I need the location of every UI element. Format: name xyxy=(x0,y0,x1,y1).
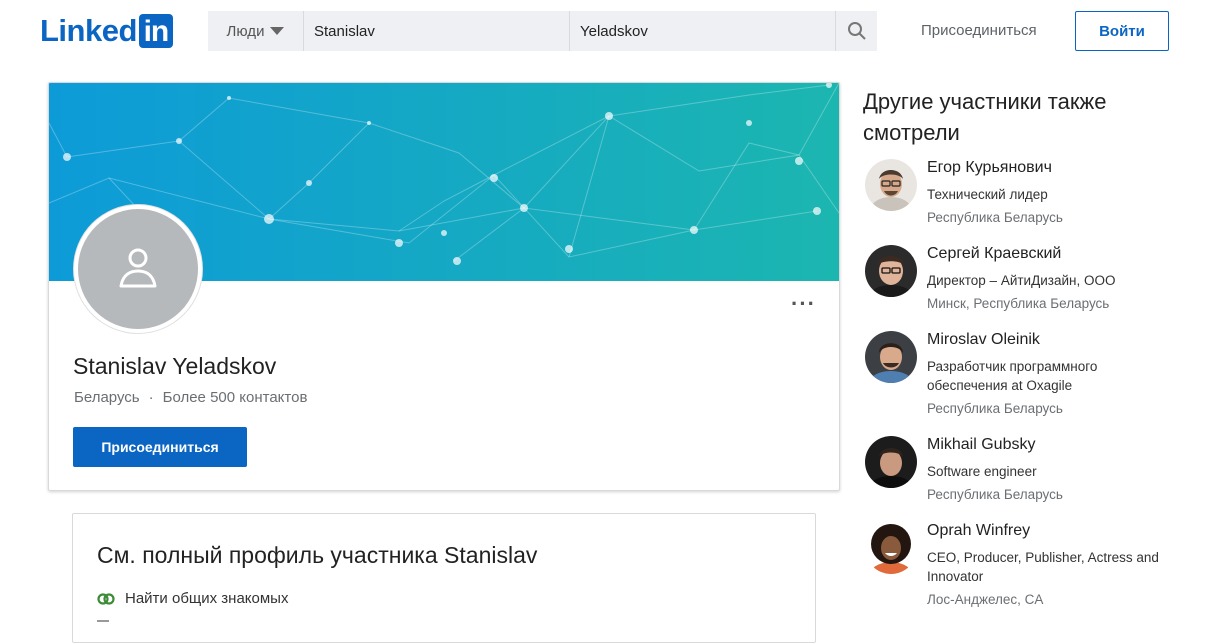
search-category-label: Люди xyxy=(226,22,265,40)
sidebar-member[interactable]: Oprah Winfrey CEO, Producer, Publisher, … xyxy=(863,522,1183,607)
member-name[interactable]: Mikhail Gubsky xyxy=(927,436,1035,454)
member-role: Software engineer xyxy=(927,464,1037,479)
member-name[interactable]: Егор Курьянович xyxy=(927,159,1052,177)
profile-name: Stanislav Yeladskov xyxy=(73,353,277,379)
more-options-icon[interactable]: ··· xyxy=(791,291,816,317)
member-location: Лос-Анджелес, CA xyxy=(927,592,1044,607)
profile-meta: Беларусь · Более 500 контактов xyxy=(74,389,307,406)
member-role: CEO, Producer, Publisher, Actress and In… xyxy=(927,550,1159,584)
sidebar-title: Другие участники также смотрели xyxy=(863,89,1107,145)
meta-separator: · xyxy=(148,389,154,406)
feature-label: Найти общих знакомых xyxy=(125,590,289,607)
feature-item: Найти общих знакомых xyxy=(97,590,288,607)
member-avatar[interactable] xyxy=(865,245,917,297)
profile-join-button[interactable]: Присоединиться xyxy=(73,427,247,467)
member-role: Разработчик программного обеспечения at … xyxy=(927,359,1098,393)
join-link[interactable]: Присоединиться xyxy=(921,22,1037,39)
last-name-input[interactable]: Yeladskov xyxy=(570,11,836,51)
member-name[interactable]: Oprah Winfrey xyxy=(927,522,1030,540)
member-location: Республика Беларусь xyxy=(927,401,1063,416)
last-name-value: Yeladskov xyxy=(580,22,648,40)
full-profile-title: См. полный профиль участника Stanislav xyxy=(97,542,538,568)
sidebar-member[interactable]: Mikhail Gubsky Software engineer Республ… xyxy=(863,436,1183,502)
people-search-bar: Люди Stanislav Yeladskov xyxy=(208,11,877,51)
profile-connections: Более 500 контактов xyxy=(162,389,308,406)
member-role: Технический лидер xyxy=(927,187,1048,202)
login-button[interactable]: Войти xyxy=(1075,11,1169,51)
member-location: Республика Беларусь xyxy=(927,210,1063,225)
sidebar-member[interactable]: Егор Курьянович Технический лидер Респуб… xyxy=(863,159,1183,225)
first-name-value: Stanislav xyxy=(314,22,375,40)
member-role: Директор – АйтиДизайн, ООО xyxy=(927,273,1116,288)
member-avatar[interactable] xyxy=(865,159,917,211)
logo-wordmark: Linked xyxy=(40,13,137,48)
member-name[interactable]: Сергей Краевский xyxy=(927,245,1061,263)
feature-icon-partial xyxy=(97,620,109,622)
caret-down-icon xyxy=(270,27,285,35)
member-avatar[interactable] xyxy=(865,522,917,574)
sidebar-member[interactable]: Miroslav Oleinik Разработчик программног… xyxy=(863,331,1183,416)
search-category-dropdown[interactable]: Люди xyxy=(208,11,304,51)
profile-location: Беларусь xyxy=(74,389,140,406)
person-placeholder-icon xyxy=(119,248,157,288)
member-location: Минск, Республика Беларусь xyxy=(927,296,1110,311)
logo-in-box: in xyxy=(138,14,173,48)
member-name[interactable]: Miroslav Oleinik xyxy=(927,331,1040,349)
member-avatar[interactable] xyxy=(865,331,917,383)
sidebar-member[interactable]: Сергей Краевский Директор – АйтиДизайн, … xyxy=(863,245,1183,311)
member-location: Республика Беларусь xyxy=(927,487,1063,502)
search-icon xyxy=(847,22,866,40)
search-button[interactable] xyxy=(836,11,877,51)
mutual-connections-icon xyxy=(97,592,115,605)
linkedin-logo[interactable]: Linked in xyxy=(40,14,173,48)
avatar xyxy=(74,205,202,333)
profile-card: ··· Stanislav Yeladskov Беларусь · Более… xyxy=(48,82,840,491)
member-avatar[interactable] xyxy=(865,436,917,488)
first-name-input[interactable]: Stanislav xyxy=(304,11,570,51)
